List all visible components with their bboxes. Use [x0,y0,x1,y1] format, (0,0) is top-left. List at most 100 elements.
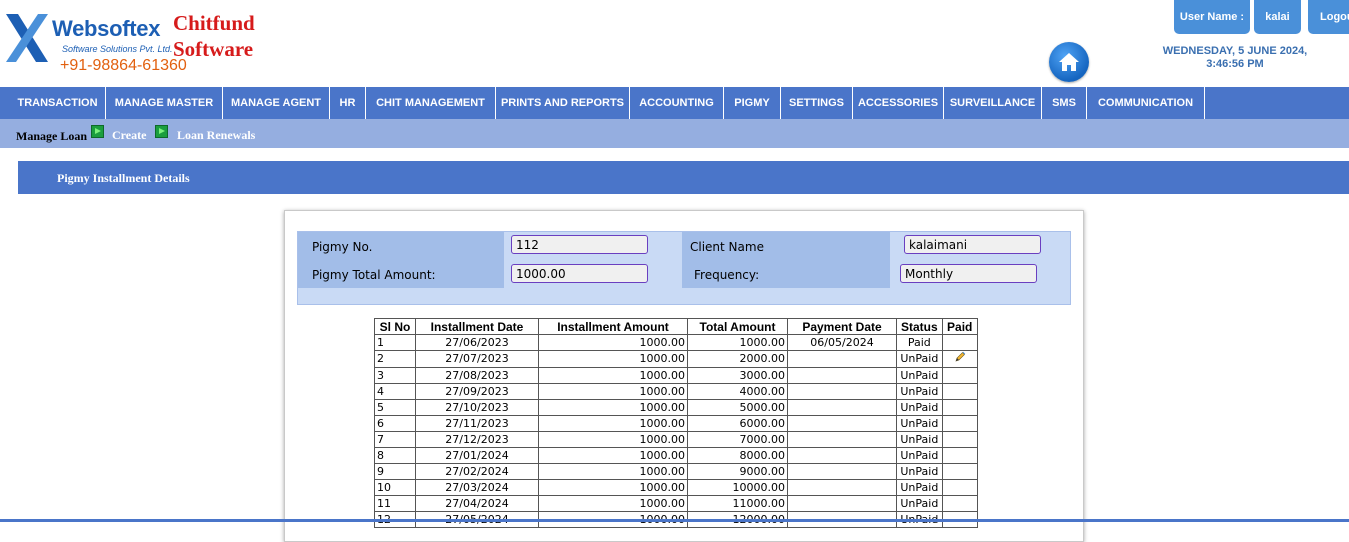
pigmy-no-input[interactable] [511,235,648,254]
cell-amount: 1000.00 [538,350,688,368]
cell-sl: 9 [374,463,416,480]
cell-paid [941,399,978,416]
menu-prints-and-reports[interactable]: PRINTS AND REPORTS [496,87,630,119]
frequency-input[interactable] [900,264,1037,283]
cell-sl: 10 [374,479,416,496]
cell-amount: 1000.00 [538,495,688,512]
pigmy-info-form: Pigmy No. Client Name Pigmy Total Amount… [297,231,1071,305]
section-header: Pigmy Installment Details [18,161,1349,194]
cell-date: 27/09/2023 [415,383,539,400]
product-title-line2: Software [173,37,254,61]
cell-total: 7000.00 [687,431,788,448]
cell-payment-date [787,431,897,448]
cell-paid [941,334,978,351]
logout-button[interactable]: Logout [1308,0,1349,34]
cell-amount: 1000.00 [538,334,688,351]
cell-date: 27/01/2024 [415,447,539,464]
cell-amount: 1000.00 [538,431,688,448]
menu-sms[interactable]: SMS [1042,87,1087,119]
cell-payment-date [787,495,897,512]
cell-payment-date [787,463,897,480]
cell-total: 3000.00 [687,367,788,384]
col-installment-date: Installment Date [415,318,539,335]
cell-payment-date [787,367,897,384]
cell-total: 5000.00 [687,399,788,416]
play-arrow-icon [155,125,168,138]
cell-amount: 1000.00 [538,447,688,464]
brand-name: Websoftex [52,16,161,41]
table-row: 4 27/09/2023 1000.00 4000.00 UnPaid [374,383,978,400]
home-button[interactable] [1049,42,1089,82]
cell-total: 6000.00 [687,415,788,432]
cell-sl: 1 [374,334,416,351]
submenu-create[interactable]: Create [112,128,146,143]
cell-total: 11000.00 [687,495,788,512]
table-row: 5 27/10/2023 1000.00 5000.00 UnPaid [374,399,978,416]
cell-payment-date [787,447,897,464]
menu-hr[interactable]: HR [330,87,366,119]
user-name-label: User Name : [1174,0,1250,34]
cell-status: UnPaid [896,350,943,368]
cell-amount: 1000.00 [538,479,688,496]
cell-paid [941,463,978,480]
current-datetime: WEDNESDAY, 5 JUNE 2024, 3:46:56 PM [1150,45,1320,71]
current-date: WEDNESDAY, 5 JUNE 2024, [1162,45,1308,57]
client-name-input[interactable] [904,235,1041,254]
cell-payment-date [787,479,897,496]
menu-pigmy[interactable]: PIGMY [724,87,781,119]
table-row: 3 27/08/2023 1000.00 3000.00 UnPaid [374,367,978,384]
cell-payment-date: 06/05/2024 [787,334,897,351]
cell-paid [941,415,978,432]
submenu-loan-renewals[interactable]: Loan Renewals [177,128,255,143]
cell-status: Paid [896,334,943,351]
menu-surveillance[interactable]: SURVEILLANCE [944,87,1042,119]
cell-amount: 1000.00 [538,463,688,480]
cell-status: UnPaid [896,415,943,432]
cell-status: UnPaid [896,383,943,400]
cell-payment-date [787,383,897,400]
cell-date: 27/07/2023 [415,350,539,368]
menu-transaction[interactable]: TRANSACTION [10,87,106,119]
table-row: 7 27/12/2023 1000.00 7000.00 UnPaid [374,431,978,448]
cell-date: 27/03/2024 [415,479,539,496]
menu-manage-master[interactable]: MANAGE MASTER [106,87,223,119]
cell-status: UnPaid [896,399,943,416]
menu-communication[interactable]: COMMUNICATION [1087,87,1205,119]
total-amount-label: Pigmy Total Amount: [312,268,436,282]
cell-amount: 1000.00 [538,415,688,432]
cell-paid [941,479,978,496]
product-title-line1: Chitfund [173,11,255,35]
sub-menu: Manage Loan Create Loan Renewals [0,119,1349,148]
total-amount-input[interactable] [511,264,648,283]
details-panel: Pigmy No. Client Name Pigmy Total Amount… [284,210,1084,542]
table-row: 1 27/06/2023 1000.00 1000.00 06/05/2024 … [374,334,978,351]
menu-settings[interactable]: SETTINGS [781,87,853,119]
col-sl-no: Sl No [374,318,416,335]
cell-payment-date [787,415,897,432]
cell-status: UnPaid [896,431,943,448]
col-status: Status [896,318,943,335]
cell-amount: 1000.00 [538,399,688,416]
frequency-label: Frequency: [694,268,760,282]
cell-status: UnPaid [896,479,943,496]
user-name-value[interactable]: kalai [1254,0,1301,34]
menu-accounting[interactable]: ACCOUNTING [630,87,724,119]
cell-status: UnPaid [896,367,943,384]
cell-status: UnPaid [896,463,943,480]
cell-date: 27/02/2024 [415,463,539,480]
menu-chit-management[interactable]: CHIT MANAGEMENT [366,87,496,119]
table-row: 6 27/11/2023 1000.00 6000.00 UnPaid [374,415,978,432]
section-title: Pigmy Installment Details [57,171,190,185]
cell-sl: 2 [374,350,416,368]
cell-date: 27/08/2023 [415,367,539,384]
edit-pencil-icon[interactable] [954,351,966,367]
table-row: 9 27/02/2024 1000.00 9000.00 UnPaid [374,463,978,480]
menu-manage-agent[interactable]: MANAGE AGENT [223,87,330,119]
cell-date: 27/06/2023 [415,334,539,351]
table-row: 10 27/03/2024 1000.00 10000.00 UnPaid [374,479,978,496]
cell-total: 10000.00 [687,479,788,496]
table-row: 2 27/07/2023 1000.00 2000.00 UnPaid [374,350,978,368]
col-payment-date: Payment Date [787,318,897,335]
menu-accessories[interactable]: ACCESSORIES [853,87,944,119]
submenu-manage-loan[interactable]: Manage Loan [16,129,87,144]
